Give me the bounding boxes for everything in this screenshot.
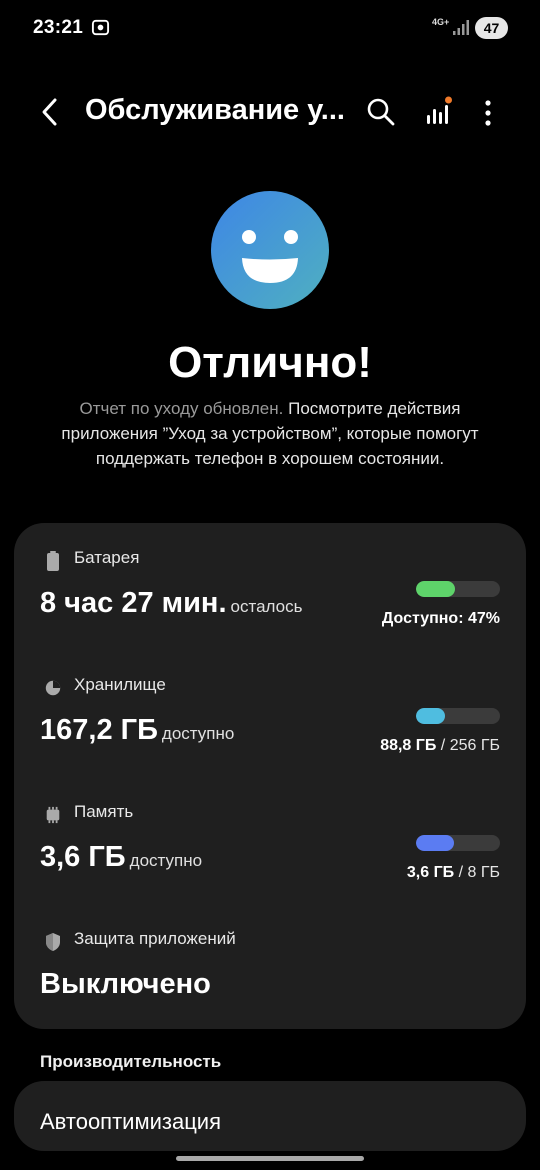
report-updated-text: Отчет по уходу обновлен. bbox=[79, 399, 284, 418]
app-protection-label: Защита приложений bbox=[74, 929, 236, 948]
battery-remaining: 8 час 27 мин. осталось bbox=[40, 587, 302, 620]
memory-label: Память bbox=[74, 802, 134, 821]
storage-label: Хранилище bbox=[74, 675, 166, 694]
status-bar: 23:21 4G+ 47 bbox=[0, 0, 540, 56]
storage-progress-bar bbox=[416, 708, 500, 724]
shield-icon bbox=[46, 933, 60, 951]
back-arrow-icon[interactable] bbox=[36, 96, 64, 128]
storage-usage-text: 88,8 ГБ / 256 ГБ bbox=[380, 737, 500, 755]
device-summary-card: Батарея 8 час 27 мин. осталось Доступно: … bbox=[14, 523, 526, 1029]
smiley-face-icon bbox=[211, 191, 329, 309]
memory-progress-fill bbox=[416, 835, 454, 851]
memory-suffix: доступно bbox=[129, 851, 203, 870]
battery-level-badge: 47 bbox=[475, 17, 508, 39]
storage-available: 167,2 ГБ доступно bbox=[40, 714, 234, 747]
health-status-title: Отлично! bbox=[168, 338, 372, 387]
care-report-description: Отчет по уходу обновлен. Посмотрите дейс… bbox=[50, 396, 490, 471]
app-bar: Обслуживание у... bbox=[0, 80, 540, 144]
memory-usage-text: 3,6 ГБ / 8 ГБ bbox=[407, 864, 500, 882]
more-options-icon[interactable] bbox=[476, 98, 500, 128]
battery-available-text: Доступно: 47% bbox=[382, 610, 500, 628]
page-title: Обслуживание у... bbox=[85, 94, 345, 126]
battery-progress-fill bbox=[416, 581, 456, 597]
screen-recording-icon bbox=[91, 19, 110, 36]
home-indicator[interactable] bbox=[176, 1156, 364, 1161]
app-protection-value: Выключено bbox=[40, 968, 211, 1000]
auto-optimization-item[interactable]: Автооптимизация bbox=[14, 1081, 526, 1151]
storage-progress-fill bbox=[416, 708, 446, 724]
memory-progress-bar bbox=[416, 835, 500, 851]
memory-section[interactable]: Память 3,6 ГБ доступно 3,6 ГБ / 8 ГБ bbox=[14, 802, 526, 925]
battery-icon bbox=[47, 551, 59, 571]
app-protection-section[interactable]: Защита приложений Выключено bbox=[14, 929, 526, 1052]
battery-progress-bar bbox=[416, 581, 500, 597]
battery-time-value: 8 час 27 мин. bbox=[40, 587, 227, 619]
signal-icon bbox=[453, 20, 469, 35]
storage-section[interactable]: Хранилище 167,2 ГБ доступно 88,8 ГБ / 256… bbox=[14, 675, 526, 798]
memory-used: 3,6 ГБ bbox=[406, 864, 455, 881]
storage-suffix: доступно bbox=[161, 724, 235, 743]
memory-chip-icon bbox=[46, 806, 60, 824]
battery-label: Батарея bbox=[74, 548, 140, 567]
memory-value: 3,6 ГБ bbox=[40, 841, 126, 873]
stats-icon[interactable] bbox=[422, 95, 454, 127]
storage-total: / 256 ГБ bbox=[440, 737, 500, 754]
performance-section-header: Производительность bbox=[40, 1052, 222, 1071]
storage-used: 88,8 ГБ bbox=[380, 737, 437, 754]
battery-available-value: Доступно: 47% bbox=[381, 610, 500, 627]
battery-time-suffix: осталось bbox=[230, 597, 303, 616]
auto-optimization-label: Автооптимизация bbox=[40, 1109, 221, 1134]
battery-section[interactable]: Батарея 8 час 27 мин. осталось Доступно: … bbox=[14, 548, 526, 671]
app-protection-status: Выключено bbox=[40, 968, 211, 1001]
pie-chart-icon bbox=[45, 680, 61, 696]
storage-value: 167,2 ГБ bbox=[40, 714, 158, 746]
status-time: 23:21 bbox=[33, 17, 84, 38]
network-type: 4G+ bbox=[432, 17, 450, 27]
memory-available: 3,6 ГБ доступно bbox=[40, 841, 202, 874]
memory-total: / 8 ГБ bbox=[458, 864, 500, 881]
search-icon[interactable] bbox=[366, 97, 396, 127]
